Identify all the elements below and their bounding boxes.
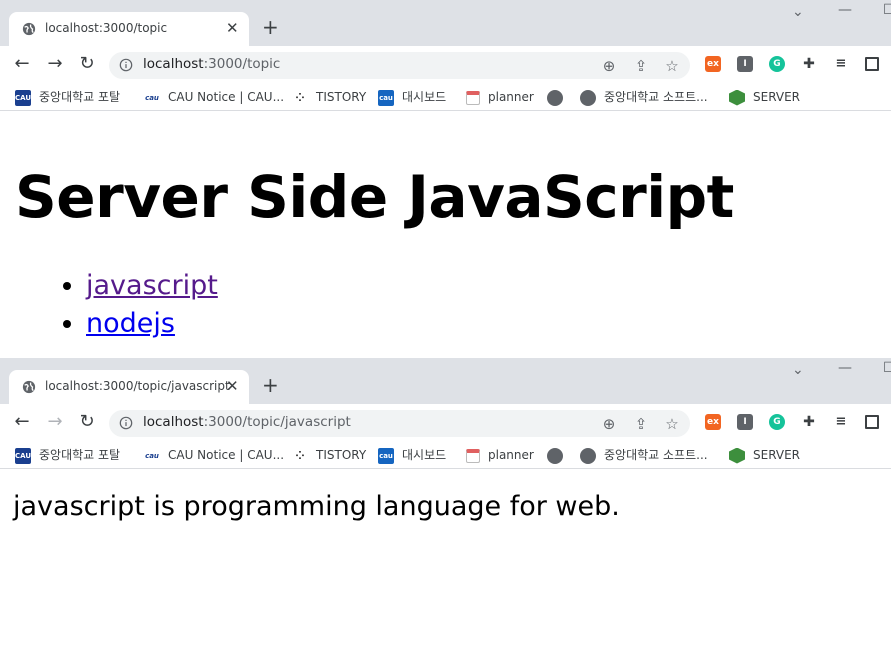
extension-i-icon[interactable]: I	[737, 56, 753, 72]
list-item: javascript	[86, 267, 218, 305]
media-control-icon[interactable]: ≡	[833, 56, 849, 72]
toolbar: ← → ↻ localhost:3000/topic/javascript ⊕ …	[0, 404, 891, 442]
maximize-icon[interactable]: ☐	[883, 360, 891, 376]
new-tab-button[interactable]: +	[262, 375, 279, 395]
tab-strip: localhost:3000/topic ✕ + ⌄ — ☐	[0, 0, 891, 46]
bookmark-star-icon[interactable]: ☆	[663, 415, 681, 433]
close-tab-icon[interactable]: ✕	[226, 377, 239, 395]
browser-window-topic: localhost:3000/topic ✕ + ⌄ — ☐ ← → ↻ loc…	[0, 0, 891, 359]
media-control-icon[interactable]: ≡	[833, 414, 849, 430]
globe-icon	[580, 447, 596, 464]
grammarly-icon[interactable]: G	[769, 56, 785, 72]
topic-list: javascript nodejs	[0, 267, 218, 343]
dashboard-icon: cau	[378, 447, 394, 464]
topic-link-javascript[interactable]: javascript	[86, 270, 218, 301]
side-panel-icon[interactable]	[865, 57, 879, 71]
minimize-icon[interactable]: —	[838, 360, 852, 376]
close-tab-icon[interactable]: ✕	[226, 19, 239, 37]
nodejs-icon	[729, 447, 745, 464]
tab-topic[interactable]: localhost:3000/topic ✕	[9, 12, 249, 46]
extension-i-icon[interactable]: I	[737, 414, 753, 430]
bookmark-item[interactable]: cau CAU Notice | CAU...	[144, 447, 284, 464]
url-text: localhost:3000/topic/javascript	[143, 414, 351, 430]
bookmark-item[interactable]: cau 대시보드	[378, 89, 446, 106]
calendar-icon	[466, 448, 480, 463]
globe-icon	[22, 380, 36, 394]
bookmark-item[interactable]: 중앙대학교 소프트...	[580, 447, 708, 464]
dashboard-icon: cau	[378, 89, 394, 106]
cau-notice-icon: cau	[144, 89, 160, 106]
extensions-puzzle-icon[interactable]: ✚	[801, 56, 817, 72]
tistory-icon: ⁘	[292, 89, 308, 106]
page-title: Server Side JavaScript	[15, 163, 734, 231]
topic-link-nodejs[interactable]: nodejs	[86, 308, 175, 339]
globe-icon	[22, 22, 36, 36]
nodejs-icon	[729, 89, 745, 106]
tab-search-icon[interactable]: ⌄	[792, 4, 804, 20]
info-icon[interactable]	[119, 58, 133, 72]
side-panel-icon[interactable]	[865, 415, 879, 429]
share-icon[interactable]: ⇪	[632, 415, 650, 433]
cau-notice-icon: cau	[144, 447, 160, 464]
bookmark-item[interactable]: ⁘ TISTORY	[292, 447, 366, 464]
grammarly-icon[interactable]: G	[769, 414, 785, 430]
tab-title: localhost:3000/topic	[45, 21, 168, 35]
tab-search-icon[interactable]: ⌄	[792, 362, 804, 378]
cau-icon: CAU	[15, 447, 31, 464]
back-button[interactable]: ←	[12, 412, 32, 432]
zoom-icon[interactable]: ⊕	[600, 415, 618, 433]
bookmark-item[interactable]: planner	[466, 447, 534, 463]
address-bar[interactable]: localhost:3000/topic/javascript ⊕ ⇪ ☆	[109, 410, 690, 437]
bookmark-item[interactable]: CAU 중앙대학교 포탈	[15, 89, 120, 106]
globe-icon	[547, 89, 563, 106]
address-bar[interactable]: localhost:3000/topic ⊕ ⇪ ☆	[109, 52, 690, 79]
bookmark-item[interactable]: planner	[466, 89, 534, 105]
bookmark-item[interactable]	[547, 89, 571, 106]
share-icon[interactable]: ⇪	[632, 57, 650, 75]
bookmark-item[interactable]: CAU 중앙대학교 포탈	[15, 447, 120, 464]
bookmark-item[interactable]: ⁘ TISTORY	[292, 89, 366, 106]
minimize-icon[interactable]: —	[838, 2, 852, 18]
maximize-icon[interactable]: ☐	[883, 2, 891, 18]
globe-icon	[580, 89, 596, 106]
topic-description: javascript is programming language for w…	[13, 491, 620, 522]
tab-javascript[interactable]: localhost:3000/topic/javascript ✕	[9, 370, 249, 404]
tab-title: localhost:3000/topic/javascript	[45, 379, 230, 393]
bookmark-item[interactable]: SERVER	[729, 447, 800, 464]
new-tab-button[interactable]: +	[262, 17, 279, 37]
bookmark-star-icon[interactable]: ☆	[663, 57, 681, 75]
bookmark-item[interactable]: SERVER	[729, 89, 800, 106]
bookmark-item[interactable]	[547, 447, 571, 464]
browser-window-javascript: localhost:3000/topic/javascript ✕ + ⌄ — …	[0, 358, 891, 671]
extensions-puzzle-icon[interactable]: ✚	[801, 414, 817, 430]
list-item: nodejs	[86, 305, 218, 343]
tab-strip: localhost:3000/topic/javascript ✕ + ⌄ — …	[0, 358, 891, 404]
extension-ex-icon[interactable]: ex	[705, 414, 721, 430]
forward-button[interactable]: →	[45, 54, 65, 74]
tistory-icon: ⁘	[292, 447, 308, 464]
toolbar: ← → ↻ localhost:3000/topic ⊕ ⇪ ☆ ex I G …	[0, 46, 891, 84]
bookmark-item[interactable]: cau 대시보드	[378, 447, 446, 464]
url-text: localhost:3000/topic	[143, 56, 281, 72]
globe-icon	[547, 447, 563, 464]
bookmark-item[interactable]: 중앙대학교 소프트...	[580, 89, 708, 106]
forward-button[interactable]: →	[45, 412, 65, 432]
reload-button[interactable]: ↻	[77, 54, 97, 74]
calendar-icon	[466, 90, 480, 105]
zoom-icon[interactable]: ⊕	[600, 57, 618, 75]
bookmark-item[interactable]: cau CAU Notice | CAU...	[144, 89, 284, 106]
bookmarks-bar: CAU 중앙대학교 포탈 cau CAU Notice | CAU... ⁘ TIST…	[0, 442, 891, 469]
back-button[interactable]: ←	[12, 54, 32, 74]
extension-ex-icon[interactable]: ex	[705, 56, 721, 72]
info-icon[interactable]	[119, 416, 133, 430]
cau-icon: CAU	[15, 89, 31, 106]
bookmarks-bar: CAU 중앙대학교 포탈 cau CAU Notice | CAU... ⁘ TIST…	[0, 84, 891, 111]
reload-button[interactable]: ↻	[77, 412, 97, 432]
